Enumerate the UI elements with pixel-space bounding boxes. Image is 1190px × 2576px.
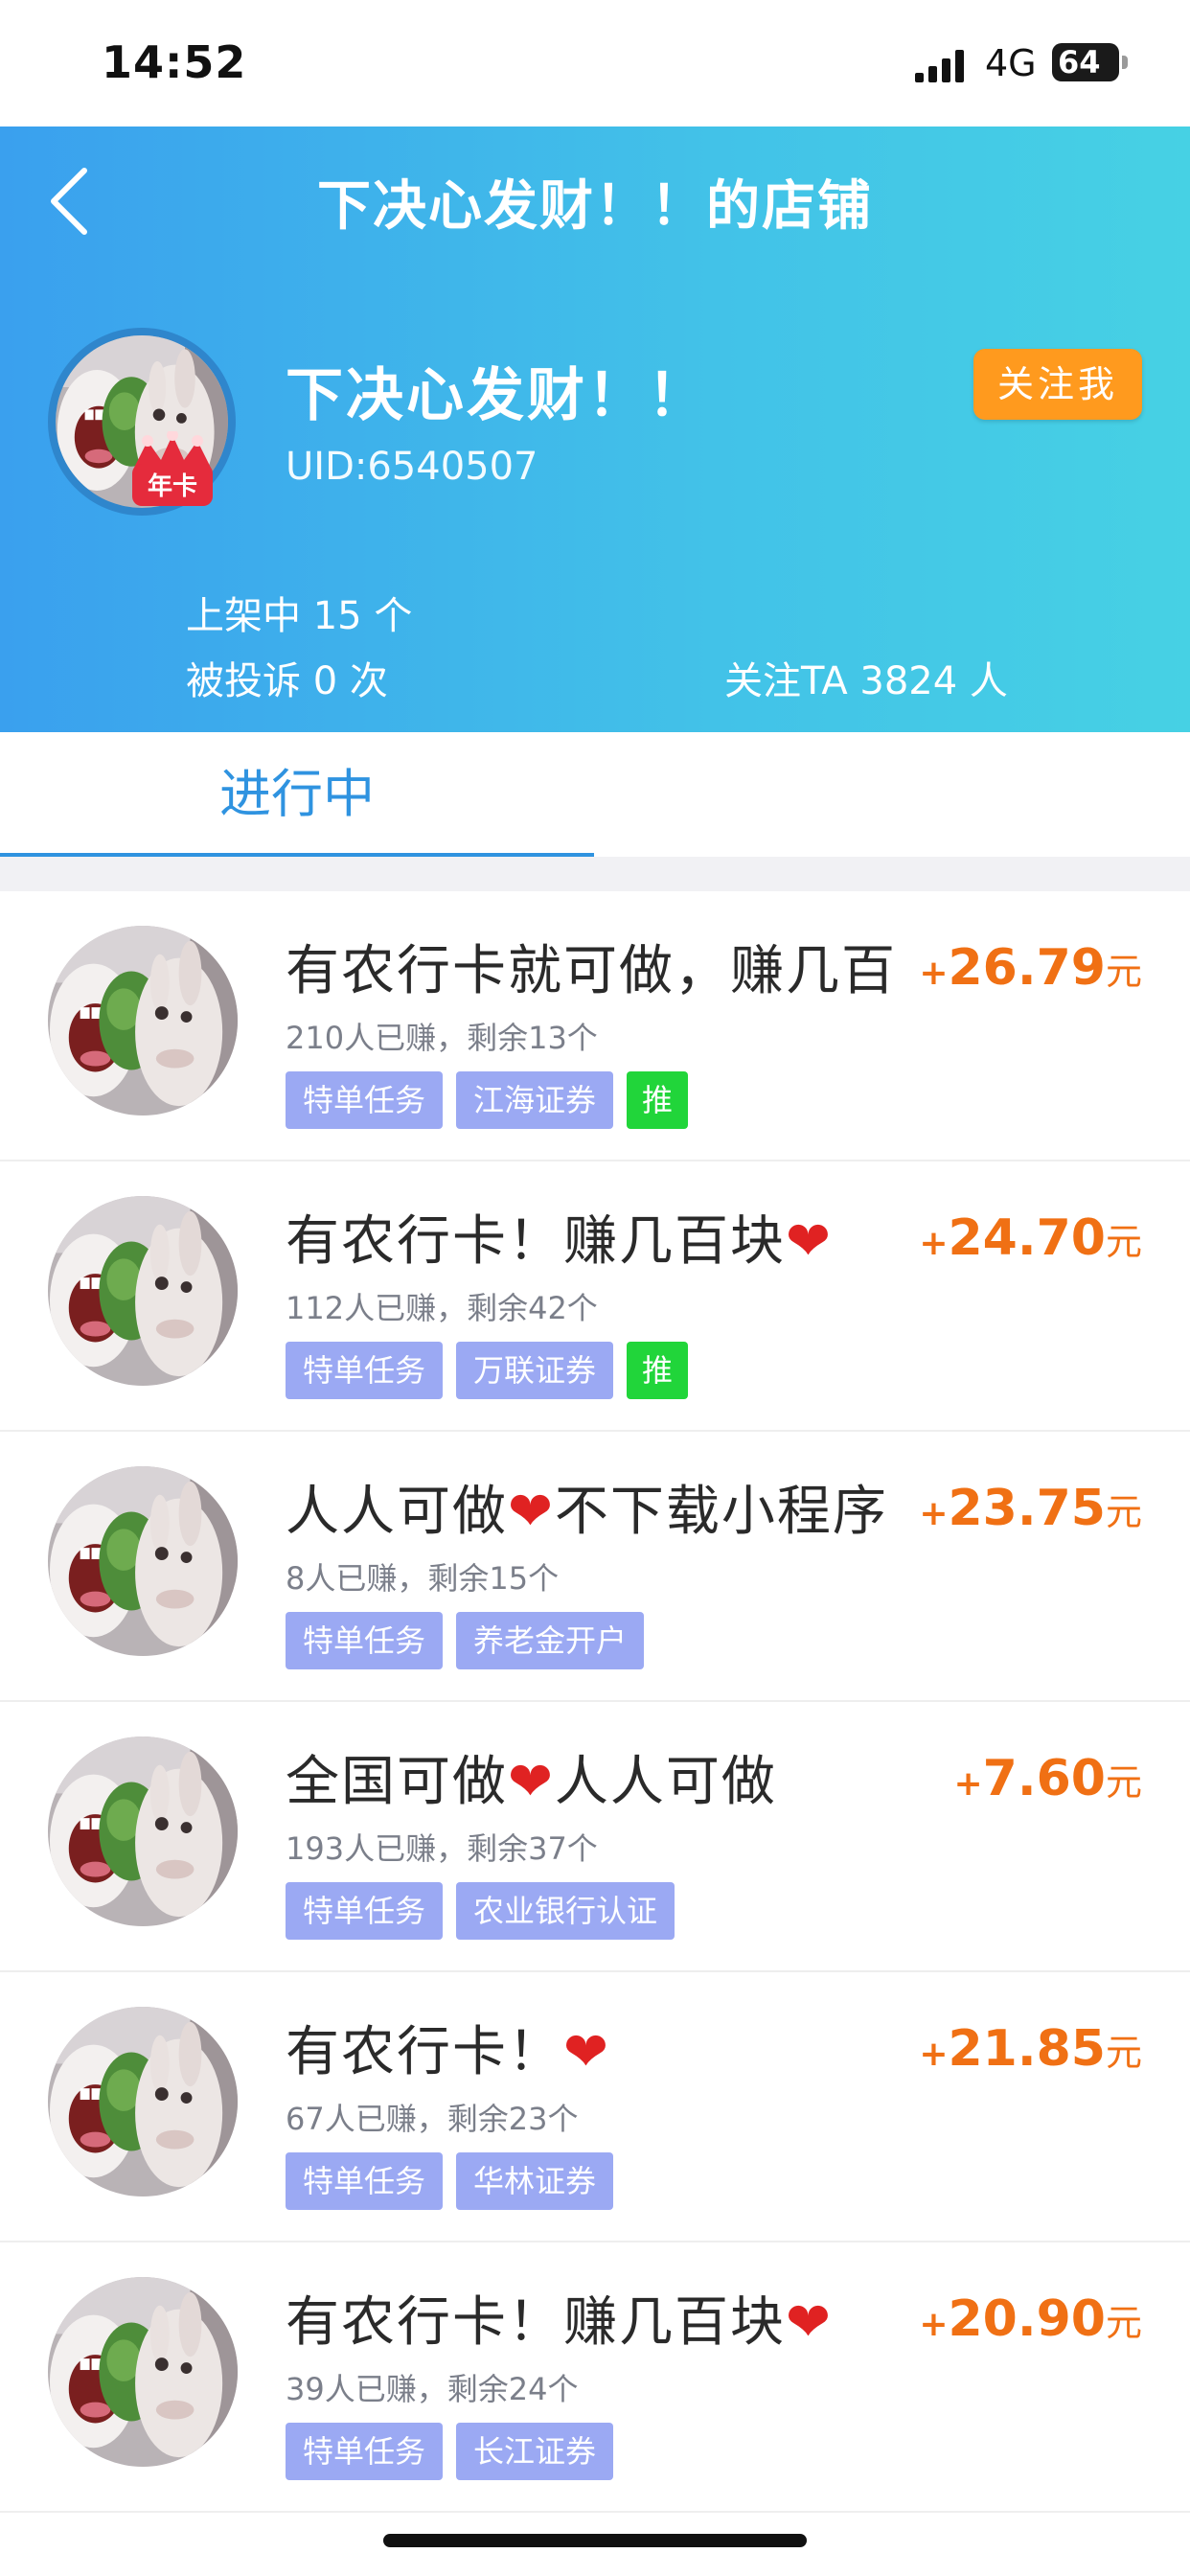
task-avatar (48, 926, 238, 1116)
crown-badge-icon: 年卡 (132, 431, 213, 506)
task-tags: 特单任务 养老金开户 (286, 1612, 657, 1671)
task-item[interactable]: 人人可做❤不下载小程序 8人已赚，剩余15个 特单任务 养老金开户 +23.75元 (0, 1432, 1190, 1702)
task-item[interactable]: 有农行卡！赚几百块❤ 39人已赚，剩余24个 特单任务 长江证券 +20.90元 (0, 2242, 1190, 2513)
tag-category: 万联证券 (456, 1342, 614, 1399)
network-label: 4G (985, 42, 1037, 84)
tag-category: 农业银行认证 (456, 1882, 675, 1940)
task-tags: 特单任务 华林证券 (286, 2152, 627, 2212)
task-avatar (48, 2007, 238, 2196)
task-item[interactable]: 有农行卡！赚几百块❤ 112人已赚，剩余42个 特单任务 万联证券推 +24.70… (0, 1162, 1190, 1432)
reward-unit: 元 (1105, 951, 1142, 993)
tag-special-task: 特单任务 (286, 1342, 444, 1399)
heart-icon: ❤ (508, 1751, 555, 1813)
tag-recommended: 推 (627, 1071, 689, 1129)
task-list: 有农行卡就可做，赚几百 210人已赚，剩余13个 特单任务 江海证券推 +26.7… (0, 891, 1190, 2513)
task-tags: 特单任务 长江证券 (286, 2423, 627, 2482)
task-item[interactable]: 有农行卡！❤ 67人已赚，剩余23个 特单任务 华林证券 +21.85元 (0, 1972, 1190, 2242)
task-avatar (48, 1736, 238, 1926)
tag-category: 养老金开户 (456, 1612, 645, 1669)
task-reward: +20.90元 (919, 2290, 1142, 2348)
reward-amount: 23.75 (948, 1480, 1106, 1537)
task-avatar (48, 1196, 238, 1386)
heart-icon: ❤ (786, 1210, 833, 1273)
heart-icon: ❤ (786, 2291, 833, 2354)
status-bar: 14:52 4G 64 (0, 0, 1190, 126)
reward-plus: + (919, 2035, 949, 2074)
reward-unit: 元 (1105, 2302, 1142, 2344)
task-avatar (48, 1466, 238, 1656)
tag-special-task: 特单任务 (286, 1612, 444, 1669)
tag-category: 华林证券 (456, 2152, 614, 2210)
reward-unit: 元 (1105, 2032, 1142, 2074)
tab-in-progress[interactable]: 进行中 (0, 732, 594, 857)
task-meta: 8人已赚，剩余15个 (286, 1560, 560, 1597)
reward-plus: + (919, 1494, 949, 1533)
reward-plus: + (919, 1224, 949, 1263)
reward-unit: 元 (1105, 1761, 1142, 1804)
task-reward: +26.79元 (919, 939, 1142, 997)
tag-category: 江海证券 (456, 1071, 614, 1129)
task-reward: +7.60元 (954, 1750, 1143, 1807)
reward-plus: + (919, 954, 949, 993)
shop-header: 下决心发财！！的店铺 年卡 下决心发财！！ UID:6540507 关注我 上架… (0, 126, 1190, 732)
task-tags: 特单任务 农业银行认证 (286, 1882, 688, 1942)
task-tags: 特单任务 江海证券推 (286, 1071, 701, 1131)
tag-special-task: 特单任务 (286, 1071, 444, 1129)
task-avatar (48, 2277, 238, 2467)
reward-plus: + (953, 1764, 983, 1804)
listed-count: 上架中 15 个 (186, 594, 413, 638)
reward-amount: 20.90 (948, 2290, 1106, 2348)
signal-icon (915, 50, 964, 82)
task-meta: 39人已赚，剩余24个 (286, 2371, 579, 2407)
task-meta: 210人已赚，剩余13个 (286, 1020, 598, 1056)
task-title: 有农行卡就可做，赚几百 (286, 940, 897, 1002)
task-reward: +23.75元 (919, 1480, 1142, 1537)
home-indicator[interactable] (383, 2534, 807, 2547)
status-time: 14:52 (102, 36, 247, 88)
divider (0, 857, 1190, 891)
task-meta: 193人已赚，剩余37个 (286, 1830, 598, 1867)
page-title: 下决心发财！！的店铺 (317, 175, 873, 238)
task-item[interactable]: 全国可做❤人人可做 193人已赚，剩余37个 特单任务 农业银行认证 +7.60元 (0, 1702, 1190, 1972)
reward-plus: + (919, 2305, 949, 2344)
task-item[interactable]: 有农行卡就可做，赚几百 210人已赚，剩余13个 特单任务 江海证券推 +26.7… (0, 891, 1190, 1162)
task-tags: 特单任务 万联证券推 (286, 1342, 701, 1401)
tag-category: 长江证券 (456, 2423, 614, 2480)
task-title: 有农行卡！❤ (286, 2021, 610, 2083)
task-title: 人人可做❤不下载小程序 (286, 1481, 888, 1543)
heart-icon: ❤ (563, 2021, 610, 2083)
follower-count: 关注TA 3824 人 (724, 659, 1008, 703)
shop-name: 下决心发财！！ (286, 362, 708, 429)
task-reward: +24.70元 (919, 1209, 1142, 1267)
reward-unit: 元 (1105, 1491, 1142, 1533)
follow-button[interactable]: 关注我 (973, 349, 1142, 420)
tag-recommended: 推 (627, 1342, 689, 1399)
reward-amount: 21.85 (948, 2020, 1106, 2078)
reward-unit: 元 (1105, 1221, 1142, 1263)
task-reward: +21.85元 (919, 2020, 1142, 2078)
reward-amount: 26.79 (948, 939, 1106, 997)
reward-amount: 7.60 (982, 1750, 1106, 1807)
task-title: 有农行卡！赚几百块❤ (286, 1210, 833, 1273)
battery-icon: 64 (1052, 43, 1129, 81)
tag-special-task: 特单任务 (286, 2423, 444, 2480)
task-meta: 67人已赚，剩余23个 (286, 2101, 579, 2137)
tag-special-task: 特单任务 (286, 1882, 444, 1940)
task-title: 全国可做❤人人可做 (286, 1751, 777, 1813)
task-title: 有农行卡！赚几百块❤ (286, 2291, 833, 2354)
complaint-count: 被投诉 0 次 (186, 659, 388, 703)
reward-amount: 24.70 (948, 1209, 1106, 1267)
shop-uid: UID:6540507 (286, 445, 538, 489)
tab-bar: 进行中 (0, 732, 1190, 857)
tag-special-task: 特单任务 (286, 2152, 444, 2210)
task-meta: 112人已赚，剩余42个 (286, 1290, 598, 1326)
badge-text: 年卡 (148, 472, 197, 501)
heart-icon: ❤ (508, 1481, 555, 1543)
battery-level: 64 (1058, 44, 1101, 80)
